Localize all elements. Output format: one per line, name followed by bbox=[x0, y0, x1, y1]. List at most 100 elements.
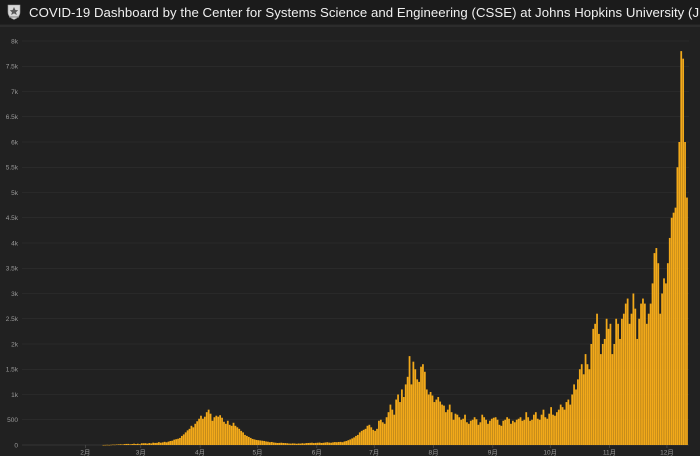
bar bbox=[190, 425, 193, 445]
bar bbox=[383, 423, 386, 445]
bar bbox=[643, 303, 646, 445]
bar bbox=[364, 428, 367, 445]
bar bbox=[224, 423, 227, 445]
bar bbox=[529, 420, 531, 445]
bar bbox=[104, 444, 107, 446]
daily-cases-chart: 0 500 1k 1.5k 2k 2.5k 3k 3.5k 4k 4.5k 5k 5.5k 6k 6.5k… bbox=[0, 25, 700, 456]
bar bbox=[487, 423, 489, 445]
bar bbox=[312, 443, 315, 445]
x-tick-label: 6月 bbox=[312, 449, 322, 456]
bar bbox=[496, 419, 499, 445]
bar bbox=[498, 424, 501, 445]
bar bbox=[198, 418, 200, 445]
title-bar: COVID-19 Dashboard by the Center for Sys… bbox=[0, 0, 700, 24]
bar bbox=[628, 323, 631, 445]
bar bbox=[335, 442, 338, 445]
bar bbox=[404, 384, 407, 445]
bar bbox=[268, 442, 271, 445]
bar bbox=[544, 417, 547, 445]
bar bbox=[448, 404, 451, 445]
bar bbox=[303, 443, 306, 445]
x-tick-label: 9月 bbox=[488, 449, 498, 456]
bar bbox=[550, 407, 552, 446]
bar bbox=[360, 430, 363, 445]
bar bbox=[571, 394, 574, 445]
bar bbox=[332, 442, 334, 445]
bar bbox=[462, 418, 464, 445]
bar bbox=[200, 415, 202, 445]
bar bbox=[288, 443, 290, 445]
bar bbox=[142, 443, 145, 445]
y-tick-label: 1k bbox=[11, 392, 19, 399]
bar bbox=[114, 444, 116, 446]
bar bbox=[230, 425, 233, 445]
bar bbox=[402, 397, 405, 445]
bar bbox=[511, 420, 514, 445]
bar bbox=[425, 389, 428, 445]
bar bbox=[450, 412, 453, 445]
bar bbox=[466, 422, 468, 445]
bar bbox=[598, 333, 600, 445]
bar bbox=[445, 412, 447, 445]
bar bbox=[548, 413, 551, 445]
bar bbox=[475, 419, 478, 445]
bar bbox=[596, 313, 598, 445]
bar bbox=[534, 412, 537, 445]
bar bbox=[617, 323, 619, 445]
bar bbox=[665, 283, 667, 445]
bar bbox=[672, 212, 675, 445]
bar bbox=[154, 442, 156, 445]
bar bbox=[517, 418, 520, 445]
bar bbox=[437, 397, 440, 445]
bar bbox=[561, 407, 564, 446]
bar bbox=[634, 308, 637, 445]
bar bbox=[215, 415, 218, 445]
bar bbox=[563, 409, 566, 445]
bar bbox=[343, 441, 346, 445]
y-tick-label: 500 bbox=[7, 417, 18, 424]
bar bbox=[605, 318, 608, 445]
bar bbox=[588, 369, 591, 445]
bar bbox=[251, 438, 254, 445]
bar bbox=[320, 442, 323, 445]
x-tick-label: 7月 bbox=[369, 449, 379, 456]
bar bbox=[213, 417, 216, 445]
bar bbox=[133, 443, 135, 445]
bar bbox=[674, 207, 677, 445]
bar bbox=[504, 419, 507, 445]
bar bbox=[115, 444, 118, 445]
bar bbox=[454, 413, 457, 445]
bar bbox=[299, 443, 302, 445]
y-tick-label: 3k bbox=[11, 291, 19, 298]
bar bbox=[192, 427, 195, 445]
bar bbox=[603, 338, 606, 445]
bar bbox=[429, 391, 432, 445]
bar bbox=[422, 364, 424, 445]
bar bbox=[536, 418, 539, 445]
y-axis: 0 500 1k 1.5k 2k 2.5k 3k 3.5k 4k 4.5k 5k 5.5k 6k 6.5k… bbox=[6, 38, 19, 449]
bar bbox=[594, 323, 597, 445]
bar bbox=[395, 399, 398, 445]
bar bbox=[274, 442, 277, 445]
page-title: COVID-19 Dashboard by the Center for Sys… bbox=[29, 4, 700, 20]
bar bbox=[290, 443, 292, 445]
bar bbox=[575, 389, 577, 445]
bar bbox=[651, 283, 654, 445]
bar bbox=[676, 167, 679, 445]
bar bbox=[653, 253, 656, 445]
bar bbox=[330, 442, 332, 445]
bar bbox=[494, 417, 497, 445]
bar bbox=[538, 419, 541, 445]
bar bbox=[540, 414, 543, 445]
bar bbox=[366, 425, 369, 445]
bar bbox=[412, 361, 415, 445]
bar bbox=[211, 420, 214, 445]
bar bbox=[226, 420, 229, 445]
bar bbox=[238, 428, 241, 445]
bar bbox=[680, 51, 683, 445]
bar bbox=[249, 437, 252, 445]
bar bbox=[232, 422, 235, 445]
bar bbox=[368, 424, 371, 445]
y-tick-label: 4.5k bbox=[6, 215, 19, 222]
bar bbox=[642, 298, 644, 445]
